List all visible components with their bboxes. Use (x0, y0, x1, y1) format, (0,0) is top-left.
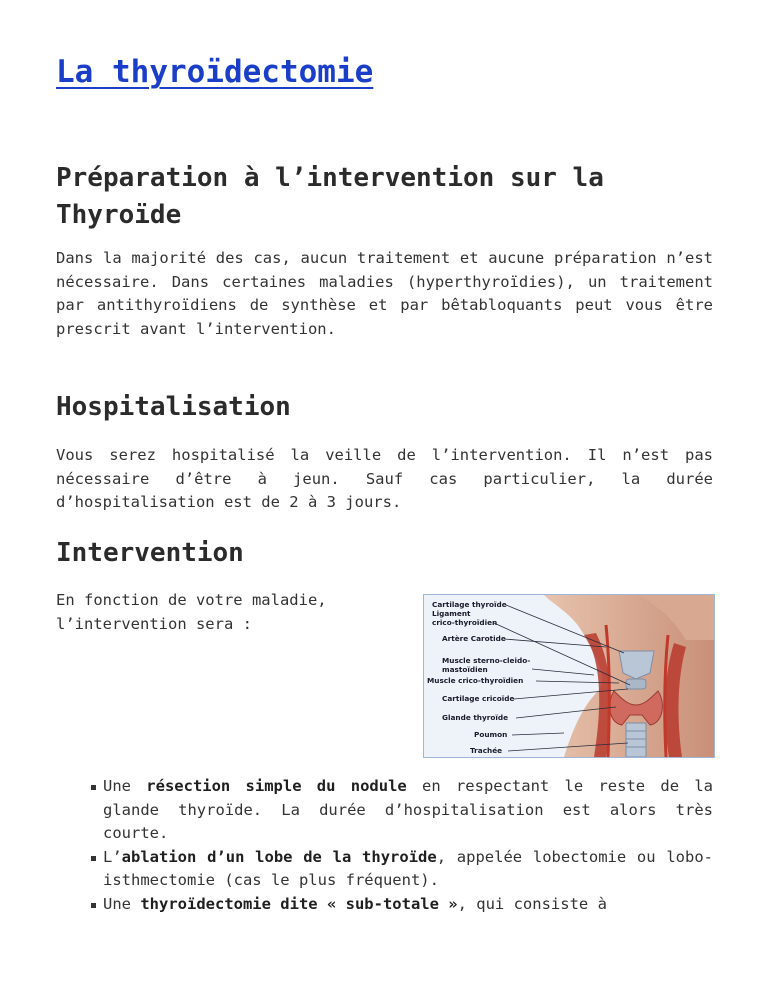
heading-intervention: Intervention (56, 538, 244, 568)
label-glande-thyroide: Glande thyroïde (442, 713, 508, 722)
anatomy-illustration: Cartilage thyroïde Ligament crico-thyroï… (424, 595, 714, 757)
list-item: L’ablation d’un lobe de la thyroïde, app… (91, 846, 713, 893)
label-mastoidien: mastoïdien (442, 665, 488, 674)
label-poumon: Poumon (474, 730, 507, 739)
document-page: La thyroïdectomie Préparation à l’interv… (0, 0, 768, 994)
intro-line-1: En fonction de votre maladie, (56, 591, 327, 609)
paragraph-hospitalisation: Vous serez hospitalisé la veille de l’in… (56, 446, 713, 511)
paragraph-preparation: Dans la majorité des cas, aucun traiteme… (56, 249, 713, 338)
label-muscle-crico: Muscle crico-thyroïdien (427, 676, 523, 685)
intro-line-2: l’intervention sera : (56, 614, 252, 633)
list-item: Une résection simple du nodule en respec… (91, 775, 713, 846)
paragraph-intervention-intro: En fonction de votre maladie, l’interven… (56, 589, 406, 636)
label-crico-thyroidien: crico-thyroïdien (432, 618, 497, 627)
intervention-options-list: Une résection simple du nodule en respec… (91, 775, 713, 917)
bullet-icon (91, 785, 96, 790)
heading-hospitalisation: Hospitalisation (56, 392, 291, 422)
label-ligament: Ligament (432, 609, 471, 618)
label-muscle-sterno: Muscle sterno-cleido- (442, 656, 530, 665)
list-item: Une thyroïdectomie dite « sub-totale », … (91, 893, 713, 917)
label-cartilage-cricoide: Cartilage cricoïde (442, 694, 514, 703)
heading-preparation: Préparation à l’intervention sur la Thyr… (56, 163, 604, 230)
page-title-link[interactable]: La thyroïdectomie (56, 54, 373, 90)
label-cartilage-thyroide: Cartilage thyroïde (432, 600, 507, 609)
thyroid-anatomy-figure: Cartilage thyroïde Ligament crico-thyroï… (423, 594, 715, 758)
label-artere-carotide: Artère Carotide (442, 634, 506, 643)
label-trachee: Trachée (470, 746, 502, 755)
trachea (625, 722, 647, 757)
bullet-icon (91, 902, 96, 908)
bullet-icon (91, 855, 96, 861)
